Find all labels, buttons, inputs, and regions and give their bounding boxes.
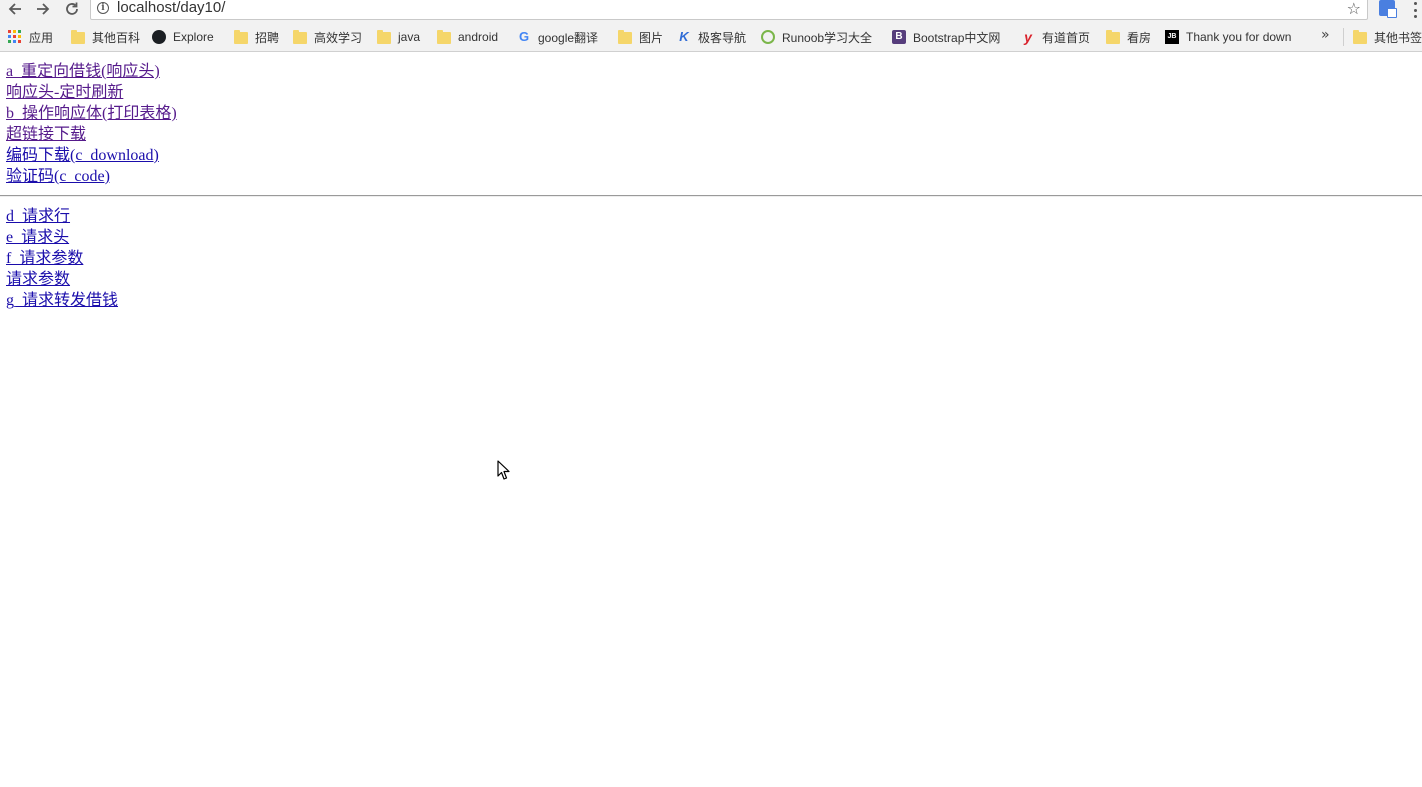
bookmark-folder-android[interactable]: android <box>437 28 498 46</box>
folder-icon <box>71 29 85 44</box>
link-hyperlink-download[interactable]: 超链接下载 <box>6 124 86 145</box>
youdao-icon: y <box>1024 29 1032 45</box>
horizontal-divider <box>0 195 1422 197</box>
back-arrow-icon <box>8 3 21 15</box>
bookmark-other[interactable]: 其他书签 <box>1353 28 1422 46</box>
folder-icon <box>618 29 632 44</box>
link-list-request: d_请求行 e_请求头 f_请求参数 请求参数 g_请求转发借钱 <box>6 206 1422 311</box>
folder-icon <box>1353 29 1367 44</box>
bookmark-runoob[interactable]: Runoob学习大全 <box>761 28 872 46</box>
bookmark-geek-nav[interactable]: K 极客导航 <box>677 28 746 46</box>
apps-grid-icon <box>8 30 22 44</box>
bookmark-label: 高效学习 <box>314 30 363 45</box>
link-request-forward-borrow[interactable]: g_请求转发借钱 <box>6 290 118 311</box>
jk-icon: K <box>679 29 689 44</box>
bookmark-label: Runoob学习大全 <box>782 30 873 45</box>
bookmark-label: java <box>398 30 421 44</box>
bookmark-google-translate[interactable]: G google翻译 <box>517 28 598 46</box>
link-print-table[interactable]: b_操作响应体(打印表格) <box>6 103 177 124</box>
link-captcha[interactable]: 验证码(c_code) <box>6 166 110 187</box>
link-redirect-borrow[interactable]: a_重定向借钱(响应头) <box>6 61 160 82</box>
bookmark-folder-learning[interactable]: 高效学习 <box>293 28 362 46</box>
bookmark-bootstrap[interactable]: B Bootstrap中文网 <box>892 28 1000 46</box>
forward-arrow-icon <box>37 3 50 15</box>
bookmark-label: 其他百科 <box>92 30 141 45</box>
bookmark-jetbrains[interactable]: JB Thank you for down <box>1165 28 1301 46</box>
mouse-cursor-icon <box>497 460 510 480</box>
folder-icon <box>1106 29 1120 44</box>
bookmark-label: Explore <box>173 30 214 44</box>
forward-button[interactable] <box>32 0 54 18</box>
bookmark-label: 其他书签 <box>1374 30 1422 45</box>
link-encoded-download[interactable]: 编码下载(c_download) <box>6 145 159 166</box>
back-button[interactable] <box>4 0 26 18</box>
browser-menu-icon[interactable] <box>1414 2 1418 18</box>
bookmark-folder-house[interactable]: 看房 <box>1106 28 1151 46</box>
bookmark-label: 有道首页 <box>1042 30 1091 45</box>
jetbrains-icon: JB <box>1165 30 1179 44</box>
link-request-params[interactable]: 请求参数 <box>6 269 70 290</box>
reload-button[interactable] <box>61 0 83 18</box>
address-bar[interactable]: i localhost/day10/ ☆ <box>90 0 1368 20</box>
bookmark-explore[interactable]: Explore <box>152 28 214 46</box>
page-content: a_重定向借钱(响应头) 响应头-定时刷新 b_操作响应体(打印表格) 超链接下… <box>0 61 1422 311</box>
github-icon <box>152 30 166 44</box>
site-info-icon[interactable]: i <box>97 2 109 14</box>
reload-icon <box>66 2 78 15</box>
browser-toolbar: i localhost/day10/ ☆ <box>0 0 1422 20</box>
bookmarks-divider <box>1343 28 1344 46</box>
bookmark-label: 图片 <box>639 30 664 45</box>
url-text[interactable]: localhost/day10/ <box>117 0 225 16</box>
link-request-params-f[interactable]: f_请求参数 <box>6 248 83 269</box>
bookmark-folder-java[interactable]: java <box>377 28 420 46</box>
bookmark-label: 看房 <box>1127 30 1152 45</box>
folder-icon <box>437 29 451 44</box>
runoob-icon <box>761 30 775 44</box>
bookmarks-bar: 应用 其他百科 Explore 招聘 高效学习 java android G g… <box>0 20 1422 52</box>
bookmark-folder-images[interactable]: 图片 <box>618 28 663 46</box>
bookmark-star-icon[interactable]: ☆ <box>1347 0 1361 18</box>
link-request-line[interactable]: d_请求行 <box>6 206 70 227</box>
translate-extension-icon[interactable] <box>1379 0 1397 18</box>
folder-icon <box>377 29 391 44</box>
bookmark-label: Bootstrap中文网 <box>913 30 1001 45</box>
bookmark-apps[interactable]: 应用 <box>8 28 53 46</box>
bookmark-label: google翻译 <box>538 30 599 45</box>
link-timed-refresh[interactable]: 响应头-定时刷新 <box>6 82 123 103</box>
bookmarks-overflow-icon[interactable]: » <box>1321 27 1330 43</box>
bootstrap-icon: B <box>892 30 906 44</box>
folder-icon <box>293 29 307 44</box>
link-request-header[interactable]: e_请求头 <box>6 227 69 248</box>
bookmark-label: 应用 <box>29 30 54 45</box>
bookmark-label: Thank you for down <box>1186 30 1292 44</box>
bookmark-youdao[interactable]: y 有道首页 <box>1021 28 1090 46</box>
bookmark-label: 招聘 <box>255 30 280 45</box>
link-list-response: a_重定向借钱(响应头) 响应头-定时刷新 b_操作响应体(打印表格) 超链接下… <box>6 61 1422 187</box>
bookmark-label: 极客导航 <box>698 30 747 45</box>
google-icon: G <box>518 29 530 44</box>
bookmark-folder-encyclopedia[interactable]: 其他百科 <box>71 28 140 46</box>
bookmark-folder-jobs[interactable]: 招聘 <box>234 28 279 46</box>
folder-icon <box>234 29 248 44</box>
bookmark-label: android <box>458 30 499 44</box>
